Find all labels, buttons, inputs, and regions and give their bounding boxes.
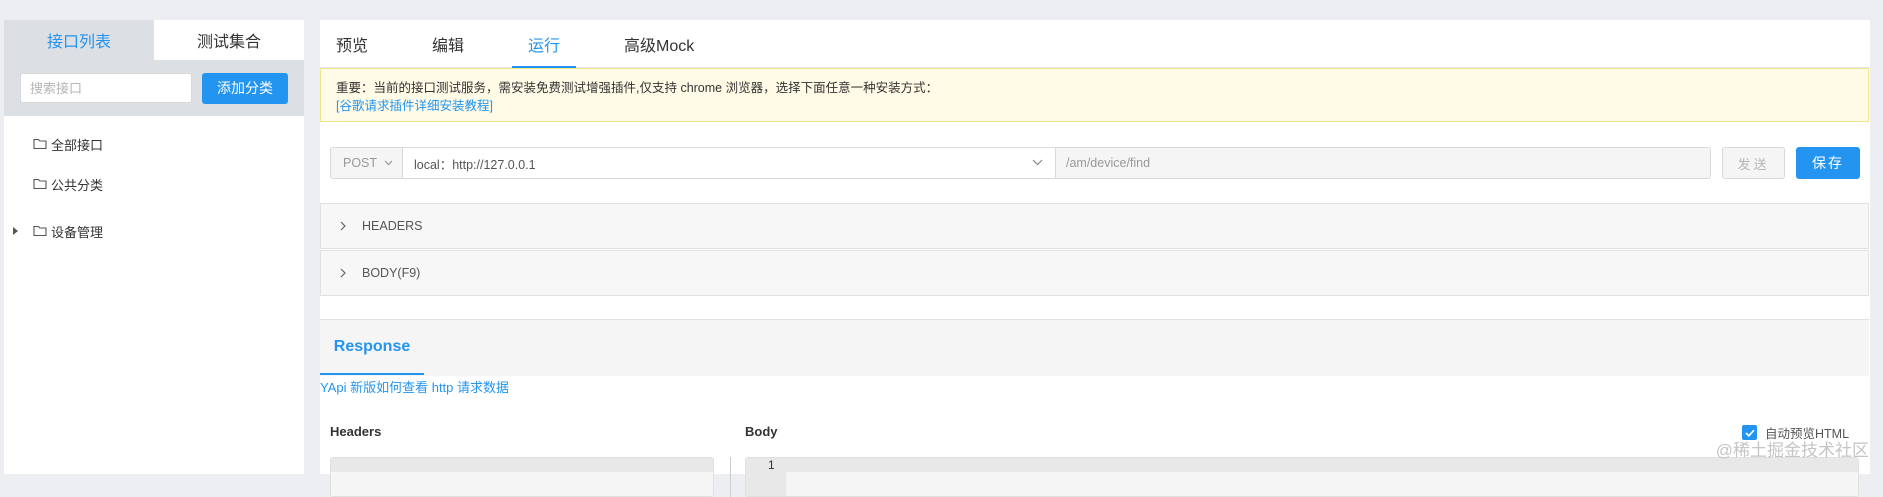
help-link[interactable]: YApi 新版如何查看 http 请求数据 [320,377,509,396]
sidebar: 接口列表 测试集合 添加分类 全部接口 公共分类 设备管理 [4,20,304,474]
interface-tree: 全部接口 公共分类 设备管理 [4,116,304,251]
headers-section[interactable]: HEADERS [320,203,1869,249]
tab-response[interactable]: Response [320,320,424,375]
method-select[interactable]: POST [330,147,403,179]
line-gutter [746,458,786,496]
editor-topbar [746,458,1858,472]
tab-advanced-mock[interactable]: 高级Mock [624,20,694,67]
tab-preview[interactable]: 预览 [336,20,368,67]
tab-interface-list[interactable]: 接口列表 [4,20,154,60]
body-section[interactable]: BODY(F9) [320,250,1869,296]
tab-run[interactable]: 运行 [511,20,577,68]
folder-icon [33,225,47,237]
interface-tabs: 预览 编辑 运行 高级Mock [320,20,1870,68]
save-button[interactable]: 保存 [1796,147,1860,179]
caret-right-icon[interactable] [13,227,18,235]
chevron-down-icon [1032,159,1043,166]
tree-item-public[interactable]: 公共分类 [4,164,304,204]
tree-item-label: 公共分类 [51,177,104,193]
notice-text: 重要：当前的接口测试服务，需安装免费测试增强插件,仅支持 chrome 浏览器，… [336,81,939,95]
sidebar-tabs: 接口列表 测试集合 [4,20,304,60]
tree-item-label: 设备管理 [51,224,104,240]
tree-item-device-management[interactable]: 设备管理 [4,211,304,251]
tab-edit[interactable]: 编辑 [432,20,464,67]
request-bar: POST local：http://127.0.0.1 /am/device/f… [330,147,1860,180]
folder-icon [33,138,47,150]
chevron-down-icon [384,160,393,166]
watermark: @稀土掘金技术社区 [1715,441,1869,460]
line-number: 1 [768,458,775,472]
tab-test-collection[interactable]: 测试集合 [154,20,304,60]
column-divider [730,457,731,497]
response-headers-label: Headers [330,424,382,439]
method-value: POST [343,156,378,170]
response-headers-editor[interactable] [330,457,714,497]
response-panel: Response YApi 新版如何查看 http 请求数据 Headers B… [320,319,1869,497]
tree-item-label: 全部接口 [51,137,104,153]
send-button[interactable]: 发送 [1722,147,1785,179]
section-label: HEADERS [362,219,423,233]
response-tabs: Response [320,319,1869,376]
response-body-editor[interactable]: 1 [745,457,1859,497]
add-category-button[interactable]: 添加分类 [202,72,288,104]
chevron-right-icon [340,221,346,231]
sidebar-search-bar: 添加分类 [4,60,304,116]
environment-select[interactable]: local：http://127.0.0.1 [403,147,1056,179]
install-guide-link[interactable]: [谷歌请求插件详细安装教程] [336,99,493,113]
chevron-right-icon [340,268,346,278]
main-panel: 预览 编辑 运行 高级Mock 重要：当前的接口测试服务，需安装免费测试增强插件… [320,20,1870,497]
tree-item-all[interactable]: 全部接口 [4,124,304,164]
plugin-notice: 重要：当前的接口测试服务，需安装免费测试增强插件,仅支持 chrome 浏览器，… [320,68,1869,122]
path-input[interactable]: /am/device/find [1056,147,1711,179]
folder-icon [33,178,47,190]
search-input[interactable] [20,73,192,103]
environment-value: local：http://127.0.0.1 [414,157,536,172]
response-body-label: Body [745,424,778,439]
section-label: BODY(F9) [362,266,421,280]
